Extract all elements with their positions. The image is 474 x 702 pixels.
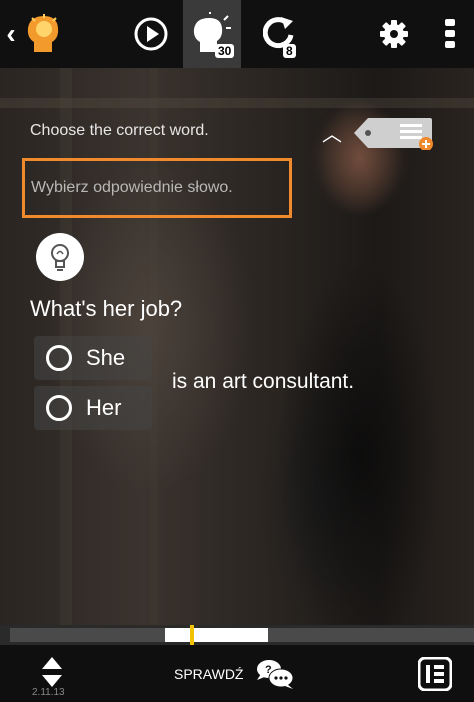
- instruction-english: Choose the correct word.: [30, 122, 209, 139]
- option-label: She: [86, 345, 126, 370]
- instruction-polish: Wybierz odpowiednie słowo.: [31, 179, 233, 196]
- answer-option-she[interactable]: She: [34, 336, 152, 380]
- kebab-menu-icon: [445, 19, 455, 48]
- lightbulb-hint-button[interactable]: [36, 233, 84, 281]
- top-bar: ‹ 30 8: [0, 0, 474, 68]
- question-text: What's her job?: [30, 296, 183, 321]
- play-icon: [134, 17, 168, 51]
- bottom-bar: 2.11.13 SPRAWDŹ ?: [0, 645, 474, 702]
- play-button[interactable]: [126, 0, 176, 68]
- answer-option-her[interactable]: Her: [34, 386, 152, 430]
- instruction-translation-box: Wybierz odpowiednie słowo.: [22, 158, 292, 218]
- hint-count-badge: 30: [215, 44, 235, 58]
- notes-tag-button[interactable]: ︿: [322, 114, 442, 158]
- progress-marker: [190, 625, 194, 645]
- settings-button[interactable]: [372, 0, 416, 68]
- repeat-button[interactable]: 8: [255, 0, 305, 68]
- chevron-up-icon[interactable]: ︿: [322, 118, 342, 147]
- lightbulb-icon: [51, 244, 69, 271]
- radio-button[interactable]: [46, 345, 72, 371]
- progress-bar: [0, 625, 474, 645]
- gear-icon: [380, 20, 408, 48]
- progress-current-segment: [165, 628, 268, 642]
- speech-bubble-question-icon: ?: [257, 660, 294, 689]
- app-version: 2.11.13: [32, 687, 65, 698]
- check-label: SPRAWDŹ: [174, 666, 244, 682]
- radio-button[interactable]: [46, 395, 72, 421]
- hints-button[interactable]: 30: [183, 0, 241, 68]
- check-button[interactable]: SPRAWDŹ ?: [174, 657, 295, 691]
- repeat-count-badge: 8: [283, 44, 296, 58]
- tag-add-note-icon: [354, 118, 433, 150]
- sentence-continuation: is an art consultant.: [172, 370, 355, 393]
- up-down-arrows-icon[interactable]: [42, 657, 62, 687]
- option-label: Her: [86, 395, 122, 420]
- brand-logo-head-bulb-icon[interactable]: [18, 0, 70, 68]
- exercise-list-icon[interactable]: [418, 657, 452, 691]
- more-menu-button[interactable]: [430, 0, 470, 68]
